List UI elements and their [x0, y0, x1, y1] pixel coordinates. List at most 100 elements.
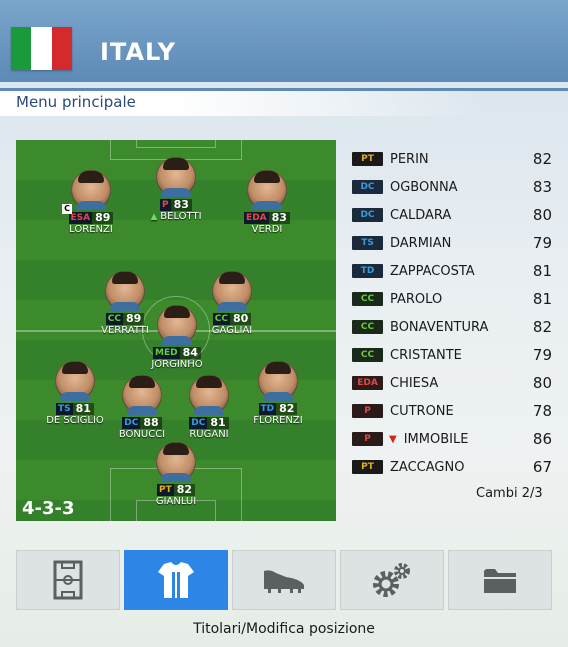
overall-rating: 89 [122, 312, 145, 325]
boot-icon [264, 570, 304, 593]
player-face [156, 442, 196, 482]
bench-overall-rating: 67 [532, 458, 552, 476]
bench-row[interactable]: TD ZAPPACOSTA 81 [352, 262, 552, 280]
player-face [71, 170, 111, 210]
player-name: RUGANI [177, 429, 241, 441]
player-name-text: GIANLUI [155, 496, 197, 507]
bench-row[interactable]: DC OGBONNA 83 [352, 178, 552, 196]
overall-rating: 83 [170, 198, 192, 211]
player-stats: DC 81 [177, 416, 241, 429]
bench-position-chip: EDA [352, 376, 383, 390]
player-face [122, 375, 162, 415]
tab-boots[interactable] [232, 550, 336, 610]
tab-pitch[interactable] [16, 550, 120, 610]
player-card-lorenzi[interactable]: C ESA 89 LORENZI [59, 170, 123, 236]
bench-position-chip: P [352, 404, 383, 418]
player-face [156, 157, 196, 197]
player-card-florenzi[interactable]: TD 82 FLORENZI [246, 361, 310, 427]
position-chip: TS [56, 402, 73, 415]
form-down-arrow-icon: ▼ [389, 433, 397, 445]
substitutions-count: Cambi 2/3 [476, 486, 543, 501]
player-card-jorginho[interactable]: MED 84 JORGINHO [145, 305, 209, 371]
bench-row[interactable]: TS DARMIAN 79 [352, 234, 552, 252]
player-card-belotti[interactable]: P 83 ▲ BELOTTI [144, 157, 208, 223]
player-stats: CC 80 [200, 312, 264, 325]
bench-position-chip: DC [352, 208, 383, 222]
player-card-bonucci[interactable]: DC 88 BONUCCI [110, 375, 174, 441]
bench-overall-rating: 81 [532, 290, 552, 308]
overall-rating: 82 [173, 483, 196, 496]
position-chip: PT [156, 483, 174, 496]
player-name: LORENZI [59, 224, 123, 236]
bench-player-name: CHIESA [390, 375, 439, 391]
overall-rating: 81 [207, 416, 229, 429]
bench-row[interactable]: PT ZACCAGNO 67 [352, 458, 552, 476]
player-name-text: RUGANI [189, 429, 229, 440]
bench-row[interactable]: P ▼ IMMOBILE 86 [352, 430, 552, 448]
player-name: DE SCIGLIO [43, 415, 107, 427]
bench-player-name: CRISTANTE [390, 347, 462, 363]
bench-row[interactable]: P CUTRONE 78 [352, 402, 552, 420]
position-chip: DC [189, 416, 208, 429]
bench-overall-rating: 80 [532, 374, 552, 392]
team-header: ITALY [0, 0, 568, 82]
player-name: GAGLIAI [200, 325, 264, 337]
tab-settings[interactable] [340, 550, 444, 610]
bench-player-name: CUTRONE [390, 403, 454, 419]
tab-jersey[interactable] [124, 550, 228, 610]
bench-row[interactable]: CC PAROLO 81 [352, 290, 552, 308]
bench-row[interactable]: CC CRISTANTE 79 [352, 346, 552, 364]
player-stats: P 83 [144, 198, 208, 211]
player-face [55, 361, 95, 401]
bench-player-name: IMMOBILE [403, 431, 469, 447]
bench-player-name: OGBONNA [390, 179, 458, 195]
position-chip: CC [105, 312, 123, 325]
tab-folder[interactable] [448, 550, 552, 610]
player-name-text: FLORENZI [253, 415, 303, 426]
bench-row[interactable]: EDA CHIESA 80 [352, 374, 552, 392]
position-chip: DC [122, 416, 141, 429]
bench-position-chip: DC [352, 180, 383, 194]
player-card-gianlui[interactable]: PT 82 GIANLUI [144, 442, 208, 508]
form-up-arrow-icon: ▲ [150, 212, 161, 222]
bench-overall-rating: 86 [532, 430, 552, 448]
overall-rating: 88 [140, 416, 162, 429]
overall-rating: 84 [179, 346, 201, 359]
bench-row[interactable]: PT PERIN 82 [352, 150, 552, 168]
player-card-verdi[interactable]: EDA 83 VERDI [235, 170, 299, 236]
player-card-rugani[interactable]: DC 81 RUGANI [177, 375, 241, 441]
player-name: VERDI [235, 224, 299, 236]
bench-position-chip: TS [352, 236, 383, 250]
bench-position-chip: CC [352, 348, 383, 362]
player-name-text: VERDI [251, 224, 283, 235]
player-face [189, 375, 229, 415]
bench-position-chip: PT [352, 152, 383, 166]
bench-player-name: CALDARA [390, 207, 452, 223]
pitch-icon [53, 560, 83, 600]
player-name: BONUCCI [110, 429, 174, 441]
player-name-text: JORGINHO [151, 359, 203, 370]
bottom-menu [16, 550, 552, 610]
captain-badge: C [62, 204, 72, 214]
player-card-gagliai[interactable]: CC 80 GAGLIAI [200, 271, 264, 337]
player-face [258, 361, 298, 401]
player-name-text: GAGLIAI [211, 325, 253, 336]
overall-rating: 80 [229, 312, 252, 325]
team-name: ITALY [100, 38, 176, 66]
player-name: FLORENZI [246, 415, 310, 427]
player-name-text: BELOTTI [160, 211, 202, 222]
position-chip: CC [212, 312, 230, 325]
bench-row[interactable]: DC CALDARA 80 [352, 206, 552, 224]
formation-label: 4-3-3 [22, 498, 75, 519]
bench-row[interactable]: CC BONAVENTURA 82 [352, 318, 552, 336]
tab-caption: Titolari/Modifica posizione [193, 621, 375, 637]
player-card-desciglio[interactable]: TS 81 DE SCIGLIO [43, 361, 107, 427]
player-face [157, 305, 197, 345]
player-stats: PT 82 [144, 483, 208, 496]
menu-title[interactable]: Menu principale [16, 93, 136, 111]
italy-flag-icon [11, 27, 72, 70]
menu-bar-divider [0, 88, 568, 91]
player-stats: EDA 83 [235, 211, 299, 224]
position-chip: P [160, 198, 171, 211]
bench-overall-rating: 82 [532, 150, 552, 168]
